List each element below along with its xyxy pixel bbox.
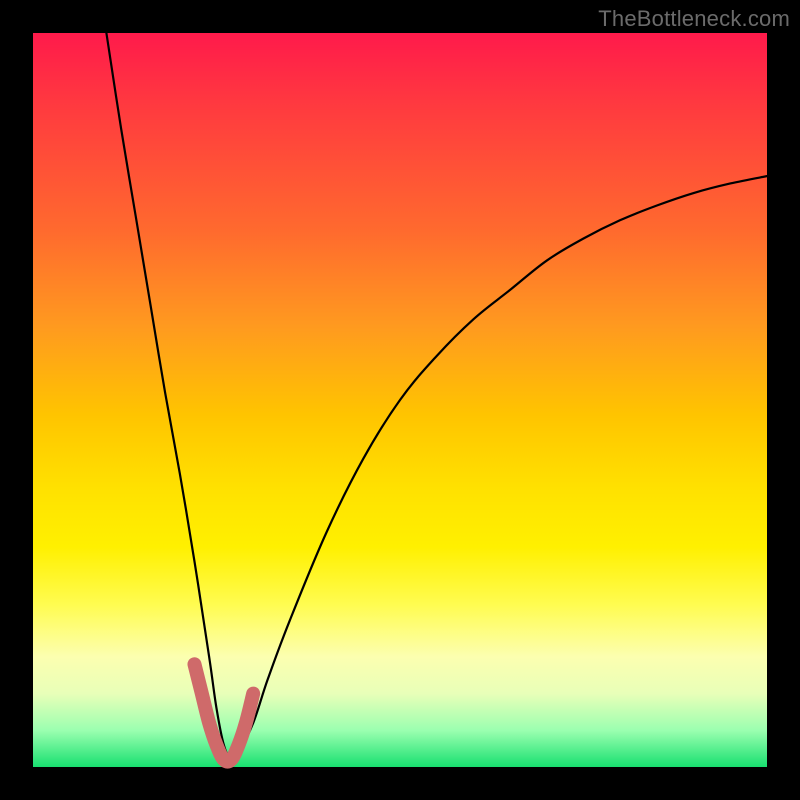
plot-area xyxy=(33,33,767,767)
highlight-region-path xyxy=(194,664,253,761)
bottleneck-curve-path xyxy=(106,33,767,760)
watermark-text: TheBottleneck.com xyxy=(598,6,790,32)
chart-frame: TheBottleneck.com xyxy=(0,0,800,800)
curve-svg xyxy=(33,33,767,767)
